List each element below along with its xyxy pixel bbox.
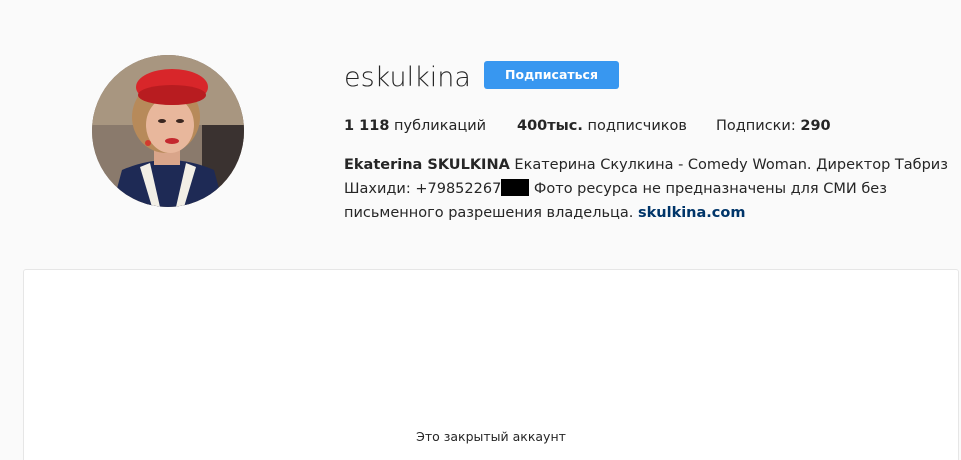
following-stat[interactable]: Подписки: 290 xyxy=(716,116,831,136)
following-count: 290 xyxy=(800,118,831,134)
follow-button[interactable]: Подписаться xyxy=(484,61,619,89)
bio-website-link[interactable]: skulkina.com xyxy=(638,205,745,221)
bio-line-3: письменного разрешения владельца. skulki… xyxy=(344,201,944,225)
redaction-block xyxy=(501,179,530,196)
bio-full-name: Ekaterina SKULKINA xyxy=(344,157,510,173)
following-label: Подписки: xyxy=(716,118,801,134)
profile-avatar[interactable] xyxy=(92,55,244,207)
private-account-message: Это закрытый аккаунт xyxy=(416,429,566,444)
bio-line-2: Шахиди: +79852267 Фото ресурса не предна… xyxy=(344,177,944,201)
profile-username: eskulkina xyxy=(344,62,471,93)
posts-stat: 1 118 публикаций xyxy=(344,116,486,136)
posts-label: публикаций xyxy=(389,118,487,134)
bio-text-1: Екатерина Скулкина - Comedy Woman. Дирек… xyxy=(509,157,948,173)
followers-count: 400тыс. xyxy=(517,118,583,134)
private-account-panel: Это закрытый аккаунт xyxy=(23,269,959,460)
avatar-image xyxy=(92,55,244,207)
posts-count: 1 118 xyxy=(344,118,390,134)
bio-text-2a: Шахиди: +79852267 xyxy=(344,181,502,197)
bio-text-2b: Фото ресурса не предназначены для СМИ бе… xyxy=(529,181,887,197)
followers-stat[interactable]: 400тыс. подписчиков xyxy=(517,116,687,136)
profile-bio: Ekaterina SKULKINA Екатерина Скулкина - … xyxy=(344,153,948,225)
bio-text-3: письменного разрешения владельца. xyxy=(344,205,638,221)
bio-line-1: Ekaterina SKULKINA Екатерина Скулкина - … xyxy=(344,153,948,177)
followers-label: подписчиков xyxy=(582,118,687,134)
